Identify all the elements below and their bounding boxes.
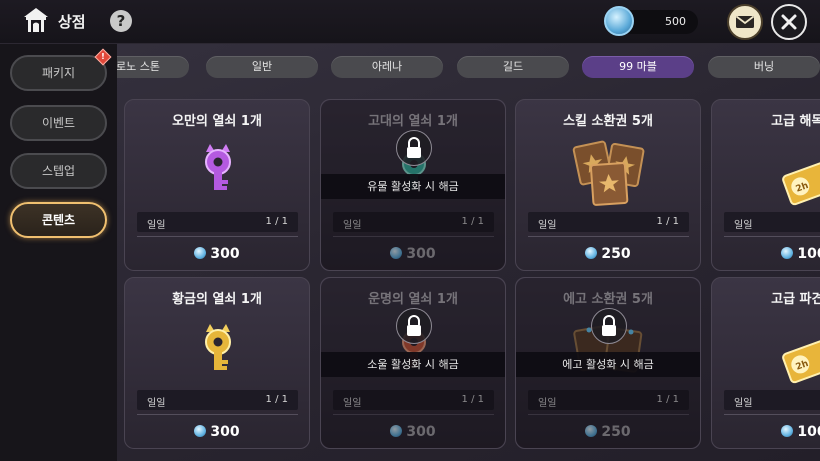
price-amount: 250: [601, 246, 631, 262]
lock-icon: [396, 130, 432, 166]
page-title: 상점: [58, 13, 86, 31]
crystal-currency-icon: [194, 247, 207, 259]
product-card-gold-key[interactable]: 황금의 열쇠 1개 일일 1 / 1 300: [124, 277, 310, 449]
crystal-currency-icon: [781, 425, 794, 437]
lock-icon: [396, 308, 432, 344]
sidebar-item-stepup[interactable]: 스텝업: [10, 153, 107, 189]
notification-badge: !: [94, 48, 112, 66]
product-card-advanced-dispatch-ticket[interactable]: 고급 파견 T 2h 일일 1 / 100: [711, 277, 820, 449]
product-card-advanced-decode-ticket[interactable]: 고급 해독 T 2h 일일 1 / 100: [711, 99, 820, 271]
price: 300: [125, 246, 309, 262]
gold-key-icon: [205, 324, 231, 370]
limit-period: 일일: [147, 398, 166, 409]
divider: [137, 414, 298, 415]
mail-icon: [735, 15, 755, 28]
price-amount: 300: [210, 246, 240, 262]
help-button[interactable]: ?: [110, 10, 132, 32]
sidebar-item-label: 패키지: [41, 66, 76, 80]
divider: [528, 236, 689, 237]
product-card-ego-summon[interactable]: 에고 소환권 5개 일일 1 / 1 250 에고 활성화 시 해금: [515, 277, 701, 449]
currency-display: 500: [604, 6, 698, 36]
price-amount: 100: [797, 246, 820, 262]
lock-overlay: 에고 활성화 시 해금: [516, 278, 700, 448]
limit-period: 일일: [147, 220, 166, 231]
gold-ticket-icon: 2h: [782, 155, 820, 206]
tab-guild[interactable]: 길드: [457, 56, 569, 78]
skill-book-icon: [572, 140, 645, 206]
price: 250: [516, 246, 700, 262]
crystal-currency-icon: [604, 6, 634, 36]
product-card-pride-key[interactable]: 오만의 열쇠 1개 일일 1 / 1 300: [124, 99, 310, 271]
tab-chrono-stone[interactable]: 크로노 스톤: [117, 56, 189, 78]
divider: [724, 414, 820, 415]
price: 100: [712, 424, 820, 440]
sidebar-item-package[interactable]: 패키지 !: [10, 48, 112, 91]
product-title: 오만의 열쇠 1개: [172, 114, 262, 129]
limit-count: 1 / 1: [656, 216, 679, 227]
sub-tab-bar: 크로노 스톤 일반 아레나 길드 99 마블 버닝: [117, 44, 820, 92]
product-card-ancient-key[interactable]: 고대의 열쇠 1개 일일 1 / 1 300 유물 활성화 시 해금: [320, 99, 506, 271]
limit-count: 1 / 1: [265, 216, 288, 227]
price-amount: 300: [210, 424, 240, 440]
gold-ticket-icon: 2h: [782, 333, 820, 384]
divider: [137, 236, 298, 237]
category-sidebar: 패키지 ! 이벤트 스텝업 콘텐츠: [0, 44, 117, 461]
shop-tent-icon: [24, 8, 48, 32]
lock-overlay: 소울 활성화 시 해금: [321, 278, 505, 448]
mail-button[interactable]: [727, 4, 763, 40]
limit-count: 1 / 1: [265, 394, 288, 405]
unlock-condition: 소울 활성화 시 해금: [321, 352, 505, 377]
crystal-currency-icon: [781, 247, 794, 259]
limit-period: 일일: [734, 398, 753, 409]
lock-overlay: 유물 활성화 시 해금: [321, 100, 505, 270]
purchase-limit: 일일 1 /: [724, 212, 820, 232]
sidebar-item-contents[interactable]: 콘텐츠: [10, 202, 107, 238]
top-bar: 상점 ? 500: [0, 0, 820, 44]
currency-amount: 500: [665, 15, 686, 28]
sidebar-item-label: 스텝업: [41, 164, 76, 178]
close-button[interactable]: [771, 4, 807, 40]
product-title: 스킬 소환권 5개: [563, 114, 653, 129]
sidebar-item-event[interactable]: 이벤트: [10, 105, 107, 141]
product-card-skill-summon[interactable]: 스킬 소환권 5개 일일 1 / 1 250: [515, 99, 701, 271]
purchase-limit: 일일 1 / 1: [528, 212, 689, 232]
tab-arena[interactable]: 아레나: [331, 56, 443, 78]
notification-badge-text: !: [101, 52, 105, 61]
purple-key-icon: [205, 144, 231, 190]
sidebar-item-label: 이벤트: [41, 116, 76, 130]
close-icon: [781, 14, 797, 30]
purchase-limit: 일일 1 / 1: [137, 390, 298, 410]
price: 100: [712, 246, 820, 262]
limit-period: 일일: [538, 220, 557, 231]
unlock-condition: 유물 활성화 시 해금: [321, 174, 505, 199]
unlock-condition: 에고 활성화 시 해금: [516, 352, 700, 377]
crystal-currency-icon: [194, 425, 207, 437]
limit-period: 일일: [734, 220, 753, 231]
price: 300: [125, 424, 309, 440]
divider: [724, 236, 820, 237]
purchase-limit: 일일 1 / 1: [137, 212, 298, 232]
product-title: 고급 파견 T: [771, 292, 820, 307]
shop-content: 크로노 스톤 일반 아레나 길드 99 마블 버닝 오만의 열쇠 1개 일일 1…: [117, 44, 820, 461]
tab-burning[interactable]: 버닝: [708, 56, 820, 78]
tab-99-marble[interactable]: 99 마블: [582, 56, 694, 78]
product-title: 황금의 열쇠 1개: [172, 292, 262, 307]
sidebar-item-label: 콘텐츠: [41, 213, 76, 227]
product-title: 고급 해독 T: [771, 114, 820, 129]
lock-icon: [591, 308, 627, 344]
purchase-limit: 일일 1 /: [724, 390, 820, 410]
tab-general[interactable]: 일반: [206, 56, 318, 78]
crystal-currency-icon: [585, 247, 598, 259]
price-amount: 100: [797, 424, 820, 440]
product-card-fate-key[interactable]: 운명의 열쇠 1개 일일 1 / 1 300 소울 활성화 시 해금: [320, 277, 506, 449]
